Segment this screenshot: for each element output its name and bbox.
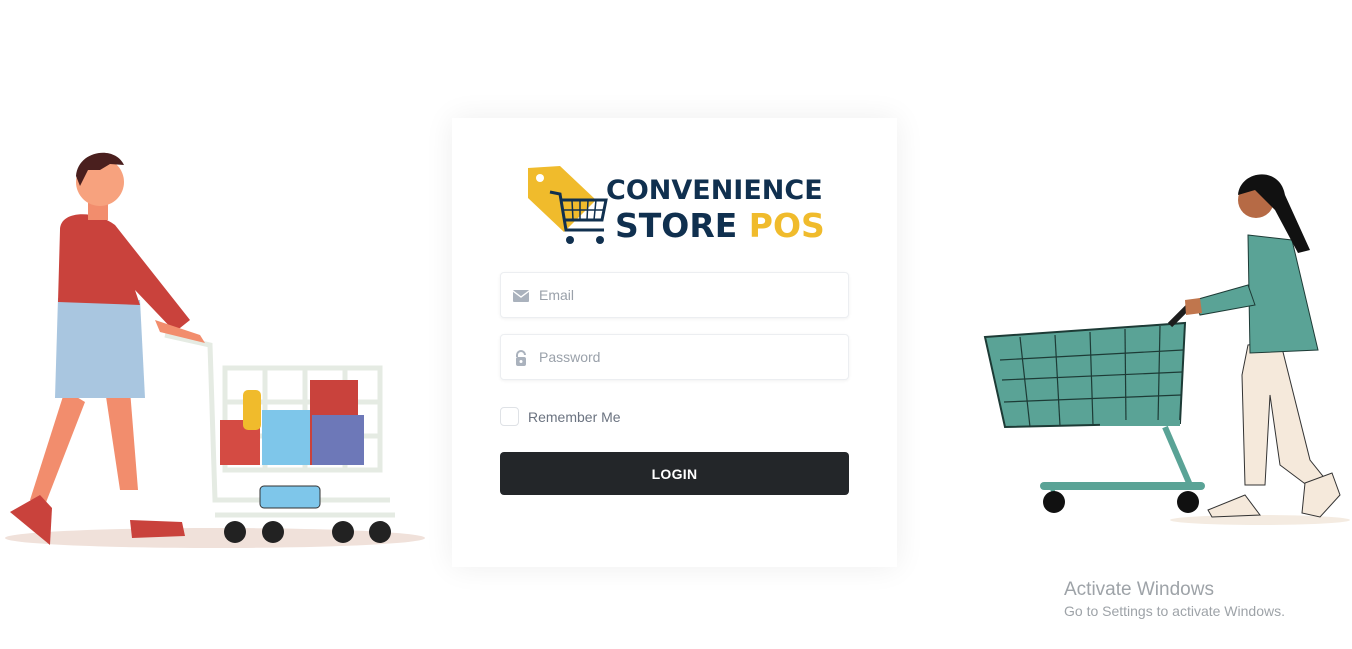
- password-field[interactable]: [500, 334, 849, 380]
- brand-line2: STORE POS: [615, 206, 825, 245]
- lock-icon: [516, 350, 526, 366]
- watermark-title: Activate Windows: [1064, 579, 1214, 600]
- email-field[interactable]: [500, 272, 849, 318]
- remember-me-checkbox[interactable]: [500, 407, 519, 426]
- watermark-subtitle: Go to Settings to activate Windows.: [1064, 603, 1285, 619]
- man-with-cart-illustration: [5, 152, 425, 548]
- brand-logo: CONVENIENCE STORE POS: [524, 162, 825, 252]
- password-input[interactable]: [539, 335, 839, 379]
- activate-windows-watermark: Activate Windows Go to Settings to activ…: [1064, 579, 1285, 619]
- remember-me-label: Remember Me: [528, 409, 621, 425]
- woman-with-cart-illustration: [983, 174, 1350, 525]
- login-button[interactable]: LOGIN: [500, 452, 849, 495]
- brand-line1: CONVENIENCE: [606, 175, 823, 206]
- email-input[interactable]: [539, 273, 839, 317]
- price-tag-cart-icon: [528, 166, 608, 244]
- login-card: CONVENIENCE STORE POS Remember Me LOGIN: [452, 118, 897, 567]
- envelope-icon: [513, 290, 529, 302]
